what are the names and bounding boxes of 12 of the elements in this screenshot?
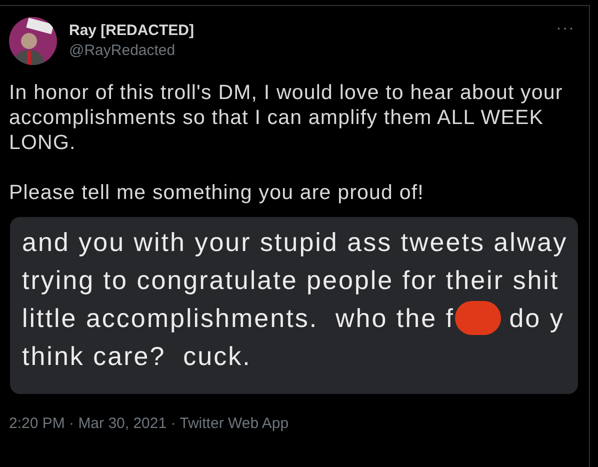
tweet-timestamp[interactable]: 2:20 PM · Mar 30, 2021 · Twitter Web App [9,415,289,432]
redaction-mark [454,301,500,335]
message-text: trying to congratulate people for their shit [22,264,560,296]
message-text: and you with your stupid ass tweets alway [22,226,568,258]
tweet-text: Please tell me something you are proud of! [9,180,425,205]
message-text: do y [508,302,564,334]
more-options-button[interactable]: ··· [556,21,575,37]
message-text: little accomplishments. who the f [22,302,454,334]
author-name[interactable]: Ray [REDACTED] [69,21,194,41]
tweet-text: In honor of this troll's DM, I would love to hear about your accomplishments so that I can amplify them ALL WEEK LONG. [9,80,564,155]
message-text: think care? cuck. [22,340,252,372]
author-handle[interactable]: @RayRedacted [69,41,194,61]
